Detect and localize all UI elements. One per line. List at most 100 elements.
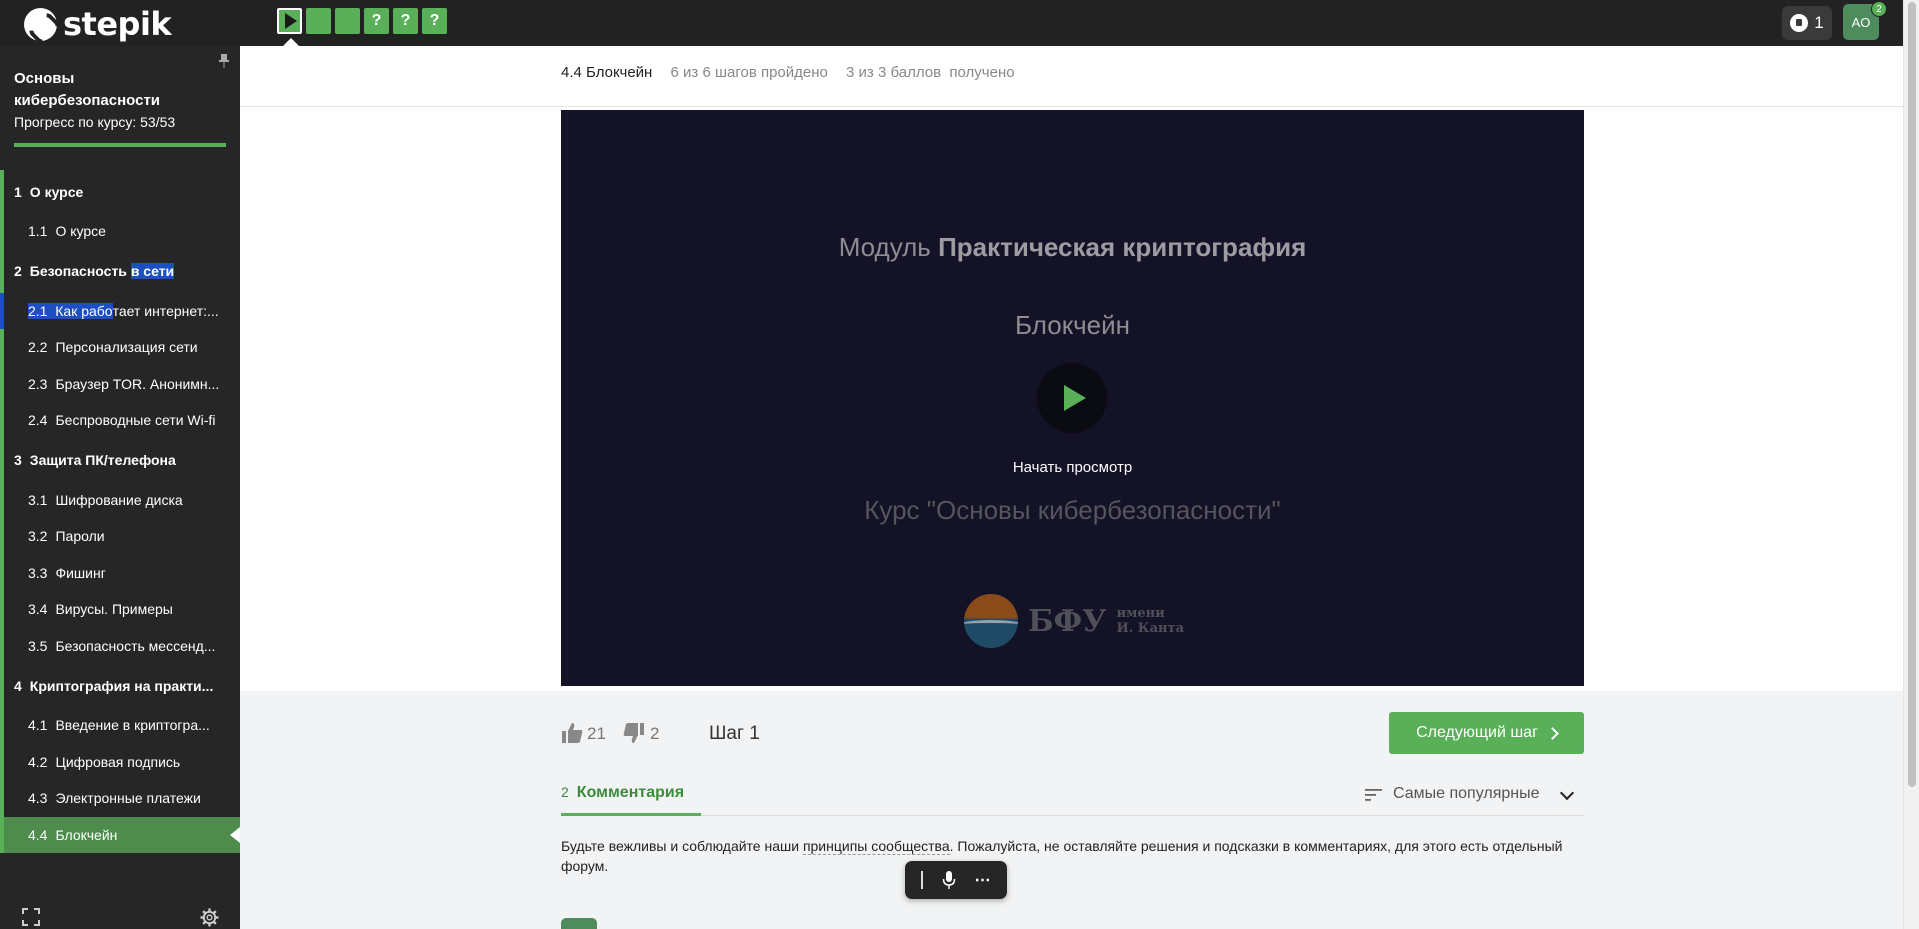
lesson-number: 3.3	[28, 564, 48, 581]
step-5-button[interactable]: ?	[393, 8, 418, 34]
lesson-2-2[interactable]: 2.2 Персонализация сети	[0, 329, 240, 366]
text-cursor-icon[interactable]	[920, 871, 923, 889]
lesson-title: Безопасность мессенд...	[55, 637, 216, 654]
step-4-button[interactable]: ?	[364, 8, 389, 34]
score-text: 3 из 3 баллов получено	[846, 64, 1015, 81]
bfu-logo-name: БФУ	[1028, 603, 1107, 639]
microphone-icon[interactable]	[942, 871, 956, 889]
lesson-title: Блокчейн	[55, 826, 118, 843]
lesson-title: тает интернет:...	[112, 302, 219, 319]
lesson-number: 4.2	[28, 753, 48, 770]
section-1[interactable]: 1 О курсе	[0, 170, 240, 213]
lesson-number: 2.3	[28, 375, 48, 392]
lesson-2-4[interactable]: 2.4 Беспроводные сети Wi-fi	[0, 402, 240, 439]
step-label: ?	[429, 12, 440, 29]
community-guidelines-link[interactable]: принципы сообщества	[802, 838, 950, 855]
bfu-logo: БФУ имени И. Канта	[964, 594, 1184, 648]
section-title: Безопасность	[29, 263, 131, 279]
section-4[interactable]: 4 Криптография на практи...	[0, 664, 240, 707]
header-divider	[240, 106, 1903, 107]
settings-icon[interactable]	[200, 908, 219, 927]
stepik-logo[interactable]: stepik	[24, 5, 172, 43]
lesson-1-1[interactable]: 1.1 О курсе	[0, 213, 240, 250]
dislike-count: 2	[650, 724, 660, 743]
pin-icon[interactable]	[218, 54, 230, 68]
stepik-logo-icon	[24, 7, 57, 41]
lesson-3-2[interactable]: 3.2 Пароли	[0, 518, 240, 555]
lesson-title-selected: Как рабо	[55, 302, 113, 319]
step-3-button[interactable]	[335, 8, 360, 34]
steps-progress: 6 из 6 шагов пройдено	[670, 64, 828, 81]
lesson-3-1[interactable]: 3.1 Шифрование диска	[0, 481, 240, 519]
lesson-number: 3.5	[28, 637, 48, 654]
table-of-contents: 1 О курсе 1.1 О курсе 2 Безопасность в с…	[0, 170, 240, 853]
lesson-title: Браузер TOR. Анонимн...	[55, 375, 220, 392]
video-play-icon[interactable]	[1037, 363, 1107, 433]
course-progress-fill	[14, 143, 226, 147]
lesson-number: 4.1	[28, 717, 48, 734]
comment-avatar	[561, 918, 597, 929]
section-title: Криптография на практи...	[29, 677, 214, 694]
chevron-down-icon[interactable]	[1559, 785, 1575, 801]
lesson-number: 3.2	[28, 528, 48, 545]
section-number: 1	[14, 183, 22, 200]
thumbs-up-icon[interactable]	[561, 722, 583, 744]
lesson-3-5[interactable]: 3.5 Безопасность мессенд...	[0, 627, 240, 665]
lesson-4-1[interactable]: 4.1 Введение в криптогра...	[0, 707, 240, 744]
course-progress-bar	[14, 143, 226, 147]
thumbs-down-icon[interactable]	[623, 722, 645, 744]
course-title[interactable]: Основы кибербезопасности	[14, 68, 214, 112]
lesson-header: 4.4 Блокчейн 6 из 6 шагов пройдено 3 из …	[561, 64, 1015, 81]
play-icon	[284, 13, 297, 29]
notifications-button[interactable]: 1	[1782, 6, 1832, 40]
lesson-title: Шифрование диска	[55, 491, 183, 508]
section-number: 3	[14, 452, 22, 468]
next-step-button[interactable]: Следующий шаг	[1389, 712, 1584, 754]
lesson-title: Электронные платежи	[55, 790, 201, 807]
lesson-title: Пароли	[55, 528, 105, 545]
more-options-icon[interactable]: ⋯	[975, 870, 992, 890]
chevron-right-icon	[1546, 726, 1559, 740]
video-player[interactable]: Модуль Практическая криптография Блокчей…	[561, 110, 1584, 686]
comments-tab[interactable]: 2 Комментария	[561, 784, 701, 816]
lesson-number: 3.1	[28, 491, 48, 508]
step-2-button[interactable]	[306, 8, 331, 34]
scrollbar-thumb[interactable]	[1908, 2, 1916, 787]
section-3[interactable]: 3 Защита ПК/телефона	[0, 438, 240, 482]
comments-divider	[561, 815, 1584, 816]
logo-text: stepik	[63, 5, 172, 43]
step-label: ?	[371, 12, 382, 29]
step-label: Шаг 1	[709, 723, 760, 744]
video-module-title: Модуль Практическая криптография	[561, 232, 1584, 263]
bfu-logo-icon	[964, 594, 1018, 648]
lesson-number: 2.1	[28, 302, 48, 319]
step-6-button[interactable]: ?	[422, 8, 447, 34]
lesson-2-1[interactable]: 2.1 Как рабо тает интернет:...	[0, 292, 240, 330]
lesson-title: Беспроводные сети Wi-fi	[55, 412, 216, 429]
step-1-button[interactable]	[277, 8, 302, 34]
lesson-number: 3.4	[28, 601, 48, 618]
section-number: 4	[14, 677, 22, 694]
lesson-title: Цифровая подпись	[55, 753, 181, 770]
lesson-3-4[interactable]: 3.4 Вирусы. Примеры	[0, 591, 240, 628]
section-2[interactable]: 2 Безопасность в сети	[0, 249, 240, 293]
lesson-4-3[interactable]: 4.3 Электронные платежи	[0, 780, 240, 817]
page-scrollbar[interactable]	[1903, 0, 1919, 929]
lesson-number: 2.2	[28, 339, 48, 356]
lesson-3-3[interactable]: 3.3 Фишинг	[0, 554, 240, 592]
lesson-2-3[interactable]: 2.3 Браузер TOR. Анонимн...	[0, 365, 240, 403]
sort-icon[interactable]	[1365, 788, 1382, 802]
step-navigation: ???	[277, 8, 447, 34]
fullscreen-icon[interactable]	[22, 908, 40, 926]
video-course-line: Курс "Основы кибербезопасности"	[864, 495, 1281, 525]
sort-select[interactable]: Самые популярные	[1393, 785, 1539, 803]
section-number: 2	[14, 263, 22, 279]
avatar-badge: 2	[1871, 1, 1887, 17]
step-label: ?	[400, 12, 411, 29]
floating-input-toolbar: ⋯	[905, 861, 1007, 899]
comments-count: 2	[561, 784, 569, 800]
lesson-4-2[interactable]: 4.2 Цифровая подпись	[0, 743, 240, 781]
lesson-4-4[interactable]: 4.4 Блокчейн	[0, 816, 240, 853]
start-watching-label[interactable]: Начать просмотр	[561, 459, 1584, 476]
lesson-title: Фишинг	[55, 564, 106, 581]
